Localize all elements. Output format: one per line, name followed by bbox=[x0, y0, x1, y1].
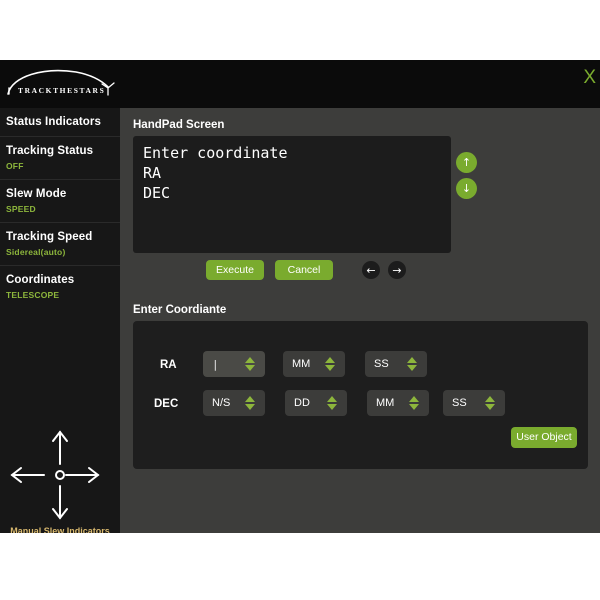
execute-button[interactable]: Execute bbox=[206, 260, 264, 280]
scroll-up-button[interactable]: ↑ bbox=[456, 152, 477, 173]
ra-seconds-value: SS bbox=[374, 358, 389, 370]
sidebar: Status Indicators Tracking Status OFF Sl… bbox=[0, 108, 120, 533]
manual-slew-indicator-compass-icon bbox=[0, 420, 120, 530]
sidebar-item-coordinates: Coordinates TELESCOPE bbox=[0, 266, 120, 308]
dec-degrees-stepper-arrows-icon[interactable] bbox=[323, 393, 341, 413]
handpad-screen-label: HandPad Screen bbox=[133, 119, 225, 131]
user-object-button[interactable]: User Object bbox=[511, 427, 577, 448]
ra-seconds-stepper[interactable]: SS bbox=[365, 351, 427, 377]
dec-sign-stepper-arrows-icon[interactable] bbox=[241, 393, 259, 413]
logo-wordmark: TRACKTHESTARS bbox=[18, 86, 106, 95]
ra-minutes-stepper[interactable]: MM bbox=[283, 351, 345, 377]
dec-sign-stepper[interactable]: N/S bbox=[203, 390, 265, 416]
dec-seconds-stepper[interactable]: SS bbox=[443, 390, 505, 416]
arrow-up-icon: ↑ bbox=[461, 156, 472, 169]
dec-degrees-stepper[interactable]: DD bbox=[285, 390, 347, 416]
tracking-status-label: Tracking Status bbox=[6, 145, 94, 157]
slew-mode-label: Slew Mode bbox=[6, 188, 67, 200]
tracking-status-value: OFF bbox=[6, 161, 24, 171]
dec-degrees-value: DD bbox=[294, 397, 310, 409]
handpad-line-2: RA bbox=[143, 164, 162, 182]
scroll-down-button[interactable]: ↓ bbox=[456, 178, 477, 199]
main-content: HandPad Screen Enter coordinate RA DEC ↑… bbox=[120, 108, 600, 533]
dec-minutes-stepper[interactable]: MM bbox=[367, 390, 429, 416]
tracking-speed-value: Sidereal(auto) bbox=[6, 247, 66, 257]
ra-hours-value: | bbox=[212, 357, 219, 371]
ra-hours-stepper[interactable]: | bbox=[203, 351, 265, 377]
arrow-left-icon: ← bbox=[366, 263, 376, 277]
nav-right-button[interactable]: → bbox=[388, 261, 406, 279]
ra-minutes-stepper-arrows-icon[interactable] bbox=[321, 354, 339, 374]
coordinates-value: TELESCOPE bbox=[6, 290, 60, 300]
ra-row-label: RA bbox=[160, 359, 177, 371]
sidebar-item-slew-mode: Slew Mode SPEED bbox=[0, 180, 120, 223]
dec-minutes-stepper-arrows-icon[interactable] bbox=[405, 393, 423, 413]
cancel-button[interactable]: Cancel bbox=[275, 260, 333, 280]
dec-seconds-stepper-arrows-icon[interactable] bbox=[481, 393, 499, 413]
trackthestars-logo: TRACKTHESTARS bbox=[4, 64, 120, 104]
ra-hours-stepper-arrows-icon[interactable] bbox=[241, 354, 259, 374]
sidebar-item-tracking-speed: Tracking Speed Sidereal(auto) bbox=[0, 223, 120, 266]
dec-minutes-value: MM bbox=[376, 397, 395, 409]
handpad-line-3: DEC bbox=[143, 184, 171, 202]
handpad-line-1: Enter coordinate bbox=[143, 144, 288, 162]
close-icon[interactable]: X bbox=[583, 68, 596, 87]
enter-coordinate-label: Enter Coordiante bbox=[133, 304, 227, 316]
coordinates-label: Coordinates bbox=[6, 274, 75, 286]
handpad-screen-display: Enter coordinate RA DEC bbox=[133, 136, 451, 253]
dec-row-label: DEC bbox=[154, 398, 179, 410]
manual-slew-indicators-caption: Manual Slew Indicators bbox=[10, 526, 110, 533]
sidebar-section-status-indicators: Status Indicators bbox=[0, 108, 120, 137]
ra-seconds-stepper-arrows-icon[interactable] bbox=[403, 354, 421, 374]
tracking-speed-label: Tracking Speed bbox=[6, 231, 93, 243]
dec-sign-value: N/S bbox=[212, 397, 231, 409]
ra-minutes-value: MM bbox=[292, 358, 311, 370]
application-window: TRACKTHESTARS X Setup COM Port Handpad I… bbox=[0, 60, 600, 533]
top-bar: TRACKTHESTARS X bbox=[0, 60, 600, 108]
arrow-down-icon: ↓ bbox=[461, 182, 472, 195]
dec-seconds-value: SS bbox=[452, 397, 467, 409]
enter-coordinate-panel: RA DEC | MM SS N/S DD MM SS User Object bbox=[133, 321, 588, 469]
nav-left-button[interactable]: ← bbox=[362, 261, 380, 279]
sidebar-item-tracking-status: Tracking Status OFF bbox=[0, 137, 120, 180]
arrow-right-icon: → bbox=[392, 263, 402, 277]
status-indicators-heading: Status Indicators bbox=[6, 116, 101, 128]
logo-swoosh-icon bbox=[7, 69, 115, 96]
slew-mode-value: SPEED bbox=[6, 204, 36, 214]
